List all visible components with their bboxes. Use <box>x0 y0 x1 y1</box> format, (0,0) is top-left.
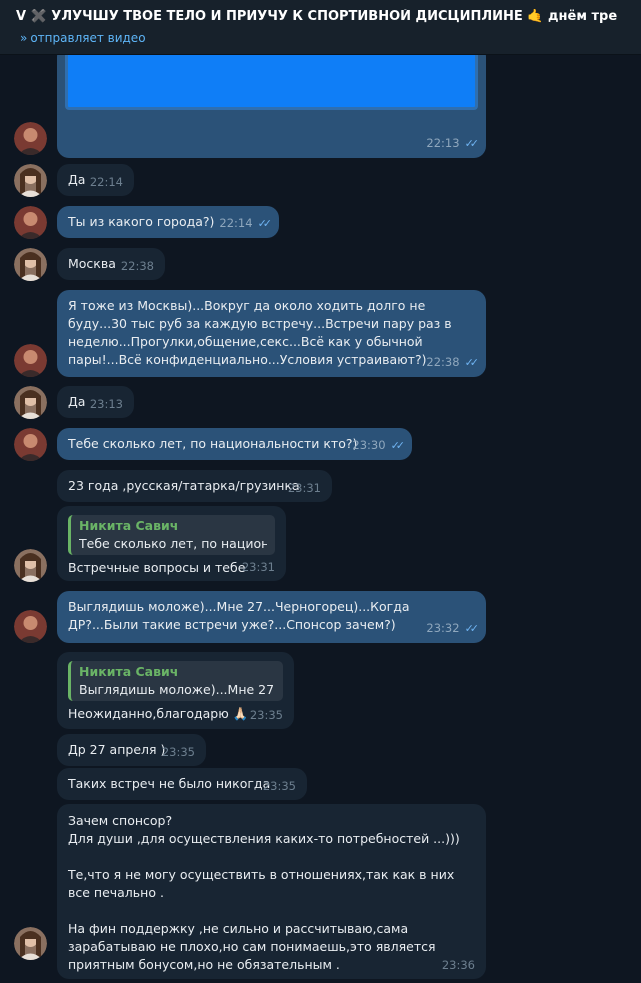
read-check-icon: ✓✓ <box>257 217 273 230</box>
message-time: 22:14 <box>219 216 253 230</box>
reply-quote[interactable]: Никита Савич Выглядишь моложе)...Мне 27.… <box>68 661 283 701</box>
message-meta: 22:13 ✓✓ <box>426 134 480 153</box>
message-meta: 23:31 <box>242 558 275 576</box>
message-time: 22:38 <box>120 259 154 273</box>
message-meta: 22:14 ✓✓ <box>219 214 273 233</box>
message-text: Встречные вопросы и тебе <box>68 560 246 575</box>
message-bubble[interactable]: Никита Савич Тебе сколько лет, по национ… <box>57 506 286 581</box>
reply-text: Тебе сколько лет, по национ... <box>79 536 267 551</box>
chat-title[interactable]: V ✖️ УЛУЧШУ ТВОЕ ТЕЛО И ПРИУЧУ К СПОРТИВ… <box>16 9 636 24</box>
avatar-sender[interactable] <box>14 206 47 239</box>
reply-author: Никита Савич <box>79 518 179 533</box>
media-preview[interactable] <box>65 55 478 110</box>
message-time: 23:35 <box>262 779 296 793</box>
message-bubble[interactable]: Ты из какого города?) 22:14 ✓✓ <box>57 206 279 238</box>
reply-text: Выглядишь моложе)...Мне 27..... <box>79 682 275 697</box>
message-meta: 22:38 ✓✓ <box>426 353 480 372</box>
message-text: Др 27 апреля ) <box>68 742 166 757</box>
message-time: 23:31 <box>287 481 321 495</box>
chat-header[interactable]: V ✖️ УЛУЧШУ ТВОЕ ТЕЛО И ПРИУЧУ К СПОРТИВ… <box>0 0 641 55</box>
avatar-recipient[interactable] <box>14 248 47 281</box>
message-meta: 22:14 <box>90 173 123 191</box>
avatar-recipient[interactable] <box>14 164 47 197</box>
message-meta: 23:13 <box>90 395 123 413</box>
message-meta: 23:35 <box>162 743 195 761</box>
message-meta: 23:31 <box>288 479 321 497</box>
message-bubble[interactable]: 22:13 ✓✓ <box>57 55 486 158</box>
avatar-sender[interactable] <box>14 122 47 155</box>
message-list[interactable]: 22:13 ✓✓ Да 22:14 Ты из какого города?) 2… <box>0 55 641 983</box>
avatar-sender[interactable] <box>14 610 47 643</box>
message-meta: 23:32 ✓✓ <box>426 619 480 638</box>
avatar-sender[interactable] <box>14 344 47 377</box>
message-bubble[interactable]: Др 27 апреля ) 23:35 <box>57 734 206 766</box>
message-meta: 23:35 <box>263 777 296 795</box>
message-text: Москва <box>68 256 116 271</box>
message-bubble[interactable]: Таких встреч не было никогда 23:35 <box>57 768 307 800</box>
message-meta: 23:30 ✓✓ <box>352 436 406 455</box>
message-time: 23:13 <box>89 397 123 411</box>
message-text: Да <box>68 394 86 409</box>
message-time: 23:35 <box>249 708 283 722</box>
message-time: 22:38 <box>426 355 460 369</box>
message-text: Таких встреч не было никогда <box>68 776 271 791</box>
message-bubble[interactable]: Выглядишь моложе)...Мне 27...Черногорец)… <box>57 591 486 643</box>
message-bubble[interactable]: Зачем спонсор? Для души ,для осуществлен… <box>57 804 486 979</box>
reply-author: Никита Савич <box>79 664 179 679</box>
message-time: 23:32 <box>426 621 460 635</box>
message-text: Я тоже из Москвы)...Вокруг да около ходи… <box>68 298 456 367</box>
message-text: 23 года ,русская/татарка/грузинка <box>68 478 300 493</box>
reply-quote[interactable]: Никита Савич Тебе сколько лет, по национ… <box>68 515 275 555</box>
message-time: 23:35 <box>161 745 195 759</box>
message-bubble[interactable]: Да 23:13 <box>57 386 134 418</box>
read-check-icon: ✓✓ <box>464 137 480 150</box>
read-check-icon: ✓✓ <box>464 622 480 635</box>
message-bubble[interactable]: Никита Савич Выглядишь моложе)...Мне 27.… <box>57 652 294 729</box>
avatar-recipient[interactable] <box>14 549 47 582</box>
read-check-icon: ✓✓ <box>464 356 480 369</box>
message-bubble[interactable]: Да 22:14 <box>57 164 134 196</box>
message-text: Ты из какого города?) <box>68 214 215 229</box>
message-bubble[interactable]: Я тоже из Москвы)...Вокруг да около ходи… <box>57 290 486 377</box>
read-check-icon: ✓✓ <box>390 439 406 452</box>
message-meta: 22:38 <box>121 257 154 275</box>
message-bubble[interactable]: 23 года ,русская/татарка/грузинка 23:31 <box>57 470 332 502</box>
message-time: 23:30 <box>352 438 386 452</box>
message-time: 23:36 <box>441 958 475 972</box>
message-text: Тебе сколько лет, по национальности кто?… <box>68 436 358 451</box>
message-bubble[interactable]: Москва 22:38 <box>57 248 165 280</box>
message-text: Выглядишь моложе)...Мне 27...Черногорец)… <box>68 599 414 632</box>
message-text: Неожиданно,благодарю 🙏🏻 <box>68 706 249 721</box>
message-bubble[interactable]: Тебе сколько лет, по национальности кто?… <box>57 428 412 460</box>
typing-status-text: отправляет видео <box>30 31 146 45</box>
message-text: Да <box>68 172 86 187</box>
message-text: Зачем спонсор? Для души ,для осуществлен… <box>68 813 460 972</box>
avatar-sender[interactable] <box>14 428 47 461</box>
message-meta: 23:36 <box>442 956 475 974</box>
forward-arrows-icon: » <box>20 31 28 45</box>
avatar-recipient[interactable] <box>14 386 47 419</box>
avatar-recipient[interactable] <box>14 927 47 960</box>
typing-status: » отправляет видео <box>20 31 146 45</box>
message-time: 22:14 <box>89 175 123 189</box>
message-time: 22:13 <box>426 136 460 150</box>
message-time: 23:31 <box>241 560 275 574</box>
message-meta: 23:35 <box>250 706 283 724</box>
